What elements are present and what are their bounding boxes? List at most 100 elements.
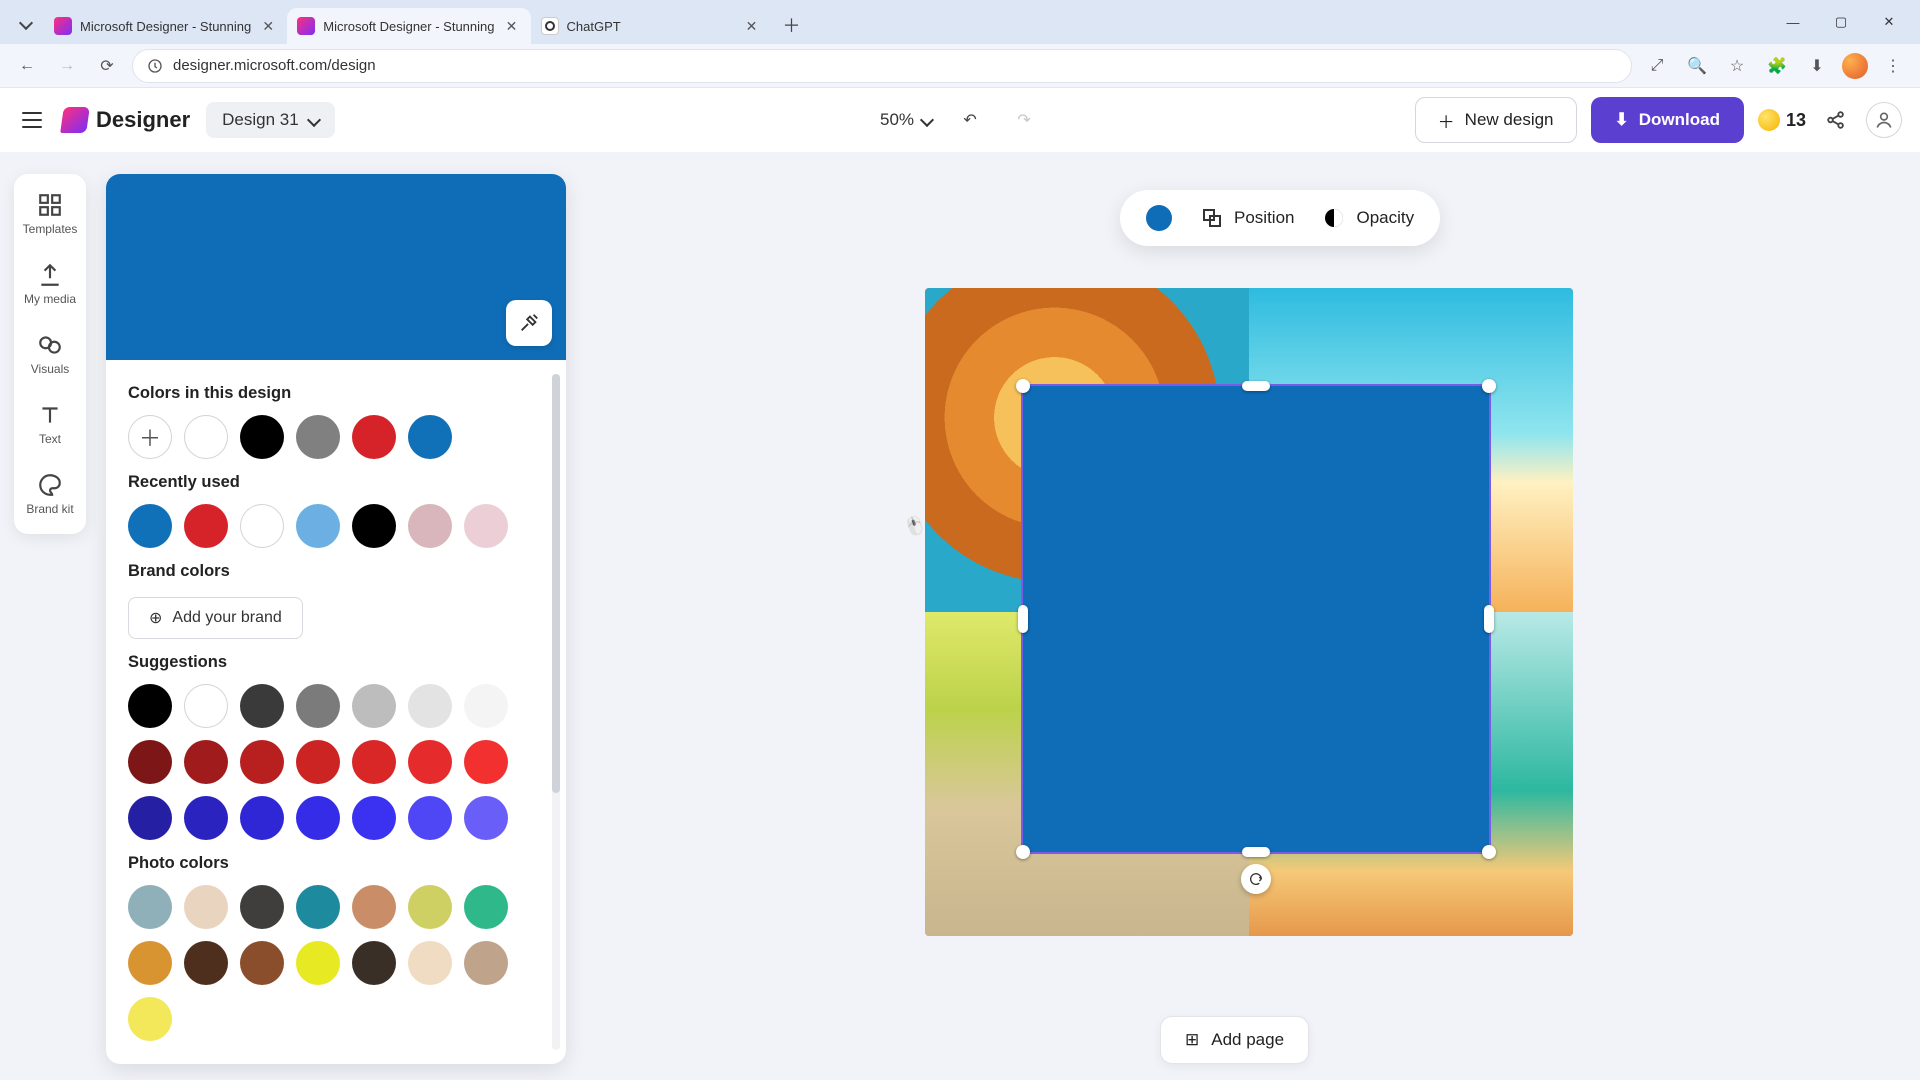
resize-handle-tl[interactable] [1016, 379, 1030, 393]
color-swatch[interactable] [408, 415, 452, 459]
address-bar[interactable]: designer.microsoft.com/design [132, 49, 1632, 83]
color-swatch[interactable] [296, 885, 340, 929]
resize-handle-bl[interactable] [1016, 845, 1030, 859]
resize-handle-tr[interactable] [1482, 379, 1496, 393]
credits-indicator[interactable]: 13 [1758, 109, 1806, 131]
extensions-icon[interactable]: 🧩 [1762, 51, 1792, 81]
color-swatch[interactable] [408, 941, 452, 985]
color-swatch[interactable] [352, 504, 396, 548]
redo-button[interactable]: ↷ [1008, 104, 1040, 136]
rail-text[interactable]: Text [14, 398, 86, 450]
color-swatch[interactable] [296, 796, 340, 840]
color-swatch[interactable] [240, 415, 284, 459]
color-swatch[interactable] [240, 941, 284, 985]
downloads-icon[interactable]: ⬇ [1802, 51, 1832, 81]
canvas[interactable] [925, 288, 1573, 936]
color-swatch[interactable] [128, 796, 172, 840]
zoom-dropdown[interactable]: 50% [880, 110, 932, 130]
install-app-icon[interactable]: ⤢ [1642, 51, 1672, 81]
color-swatch[interactable] [184, 941, 228, 985]
close-icon[interactable]: ✕ [503, 17, 521, 35]
forward-button[interactable]: → [52, 51, 82, 81]
rail-templates[interactable]: Templates [14, 188, 86, 240]
color-swatch[interactable] [408, 796, 452, 840]
color-swatch[interactable] [184, 796, 228, 840]
eyedropper-button[interactable] [506, 300, 552, 346]
color-swatch[interactable] [128, 997, 172, 1041]
tab-search-dropdown[interactable] [12, 10, 40, 38]
color-swatch[interactable] [184, 504, 228, 548]
color-swatch[interactable] [464, 740, 508, 784]
resize-handle-br[interactable] [1482, 845, 1496, 859]
browser-tab[interactable]: Microsoft Designer - Stunning ✕ [44, 8, 287, 44]
close-icon[interactable]: ✕ [743, 17, 761, 35]
add-brand-button[interactable]: ⊕ Add your brand [128, 597, 303, 639]
share-button[interactable] [1820, 104, 1852, 136]
add-color-button[interactable]: ＋ [128, 415, 172, 459]
color-swatch[interactable] [408, 740, 452, 784]
close-icon[interactable]: ✕ [259, 17, 277, 35]
color-swatch[interactable] [408, 885, 452, 929]
color-swatch[interactable] [408, 504, 452, 548]
add-page-button[interactable]: ⊞ Add page [1160, 1016, 1309, 1064]
color-swatch[interactable] [408, 684, 452, 728]
color-swatch[interactable] [240, 740, 284, 784]
profile-avatar[interactable] [1842, 53, 1868, 79]
color-swatch[interactable] [128, 684, 172, 728]
browser-tab[interactable]: Microsoft Designer - Stunning ✕ [287, 8, 530, 44]
artboard[interactable] [925, 288, 1573, 936]
context-fill-color[interactable] [1146, 205, 1172, 231]
color-swatch[interactable] [464, 885, 508, 929]
context-position[interactable]: Position [1200, 206, 1294, 230]
color-swatch[interactable] [240, 796, 284, 840]
color-swatch[interactable] [184, 740, 228, 784]
browser-tab[interactable]: ChatGPT ✕ [531, 8, 771, 44]
color-swatch[interactable] [296, 740, 340, 784]
minimize-button[interactable]: ― [1770, 6, 1816, 38]
color-swatch[interactable] [352, 684, 396, 728]
color-swatch[interactable] [464, 941, 508, 985]
download-button[interactable]: ⬇ Download [1591, 97, 1744, 143]
color-swatch[interactable] [240, 684, 284, 728]
color-swatch[interactable] [352, 941, 396, 985]
rail-my-media[interactable]: My media [14, 258, 86, 310]
color-swatch[interactable] [464, 504, 508, 548]
back-button[interactable]: ← [12, 51, 42, 81]
color-swatch[interactable] [352, 885, 396, 929]
color-swatch[interactable] [296, 504, 340, 548]
account-button[interactable] [1866, 102, 1902, 138]
resize-handle-left[interactable] [1018, 605, 1028, 633]
color-swatch[interactable] [128, 504, 172, 548]
rail-brand-kit[interactable]: Brand kit [14, 468, 86, 520]
close-window-button[interactable]: ✕ [1866, 6, 1912, 38]
rail-visuals[interactable]: Visuals [14, 328, 86, 380]
color-swatch[interactable] [464, 684, 508, 728]
hamburger-menu-button[interactable] [18, 106, 46, 134]
color-swatch[interactable] [352, 796, 396, 840]
color-swatch[interactable] [296, 415, 340, 459]
color-swatch[interactable] [128, 941, 172, 985]
undo-button[interactable]: ↶ [954, 104, 986, 136]
kebab-menu-icon[interactable]: ⋮ [1878, 51, 1908, 81]
color-preview[interactable] [106, 174, 566, 360]
selected-shape[interactable] [1023, 386, 1489, 852]
resize-handle-bottom[interactable] [1242, 847, 1270, 857]
scrollbar-thumb[interactable] [552, 374, 560, 793]
reload-button[interactable]: ⟳ [92, 51, 122, 81]
color-swatch[interactable] [184, 684, 228, 728]
app-logo[interactable]: Designer [62, 107, 190, 133]
color-swatch[interactable] [240, 885, 284, 929]
color-swatch[interactable] [296, 684, 340, 728]
rotate-handle[interactable] [1241, 864, 1271, 894]
context-opacity[interactable]: Opacity [1322, 206, 1414, 230]
new-tab-button[interactable]: ＋ [777, 10, 807, 40]
resize-handle-top[interactable] [1242, 381, 1270, 391]
new-design-button[interactable]: ＋ New design [1415, 97, 1577, 143]
color-swatch[interactable] [352, 740, 396, 784]
design-name-dropdown[interactable]: Design 31 [206, 102, 335, 138]
color-swatch[interactable] [296, 941, 340, 985]
color-swatch[interactable] [128, 885, 172, 929]
zoom-icon[interactable]: 🔍 [1682, 51, 1712, 81]
color-swatch[interactable] [184, 415, 228, 459]
color-swatch[interactable] [352, 415, 396, 459]
